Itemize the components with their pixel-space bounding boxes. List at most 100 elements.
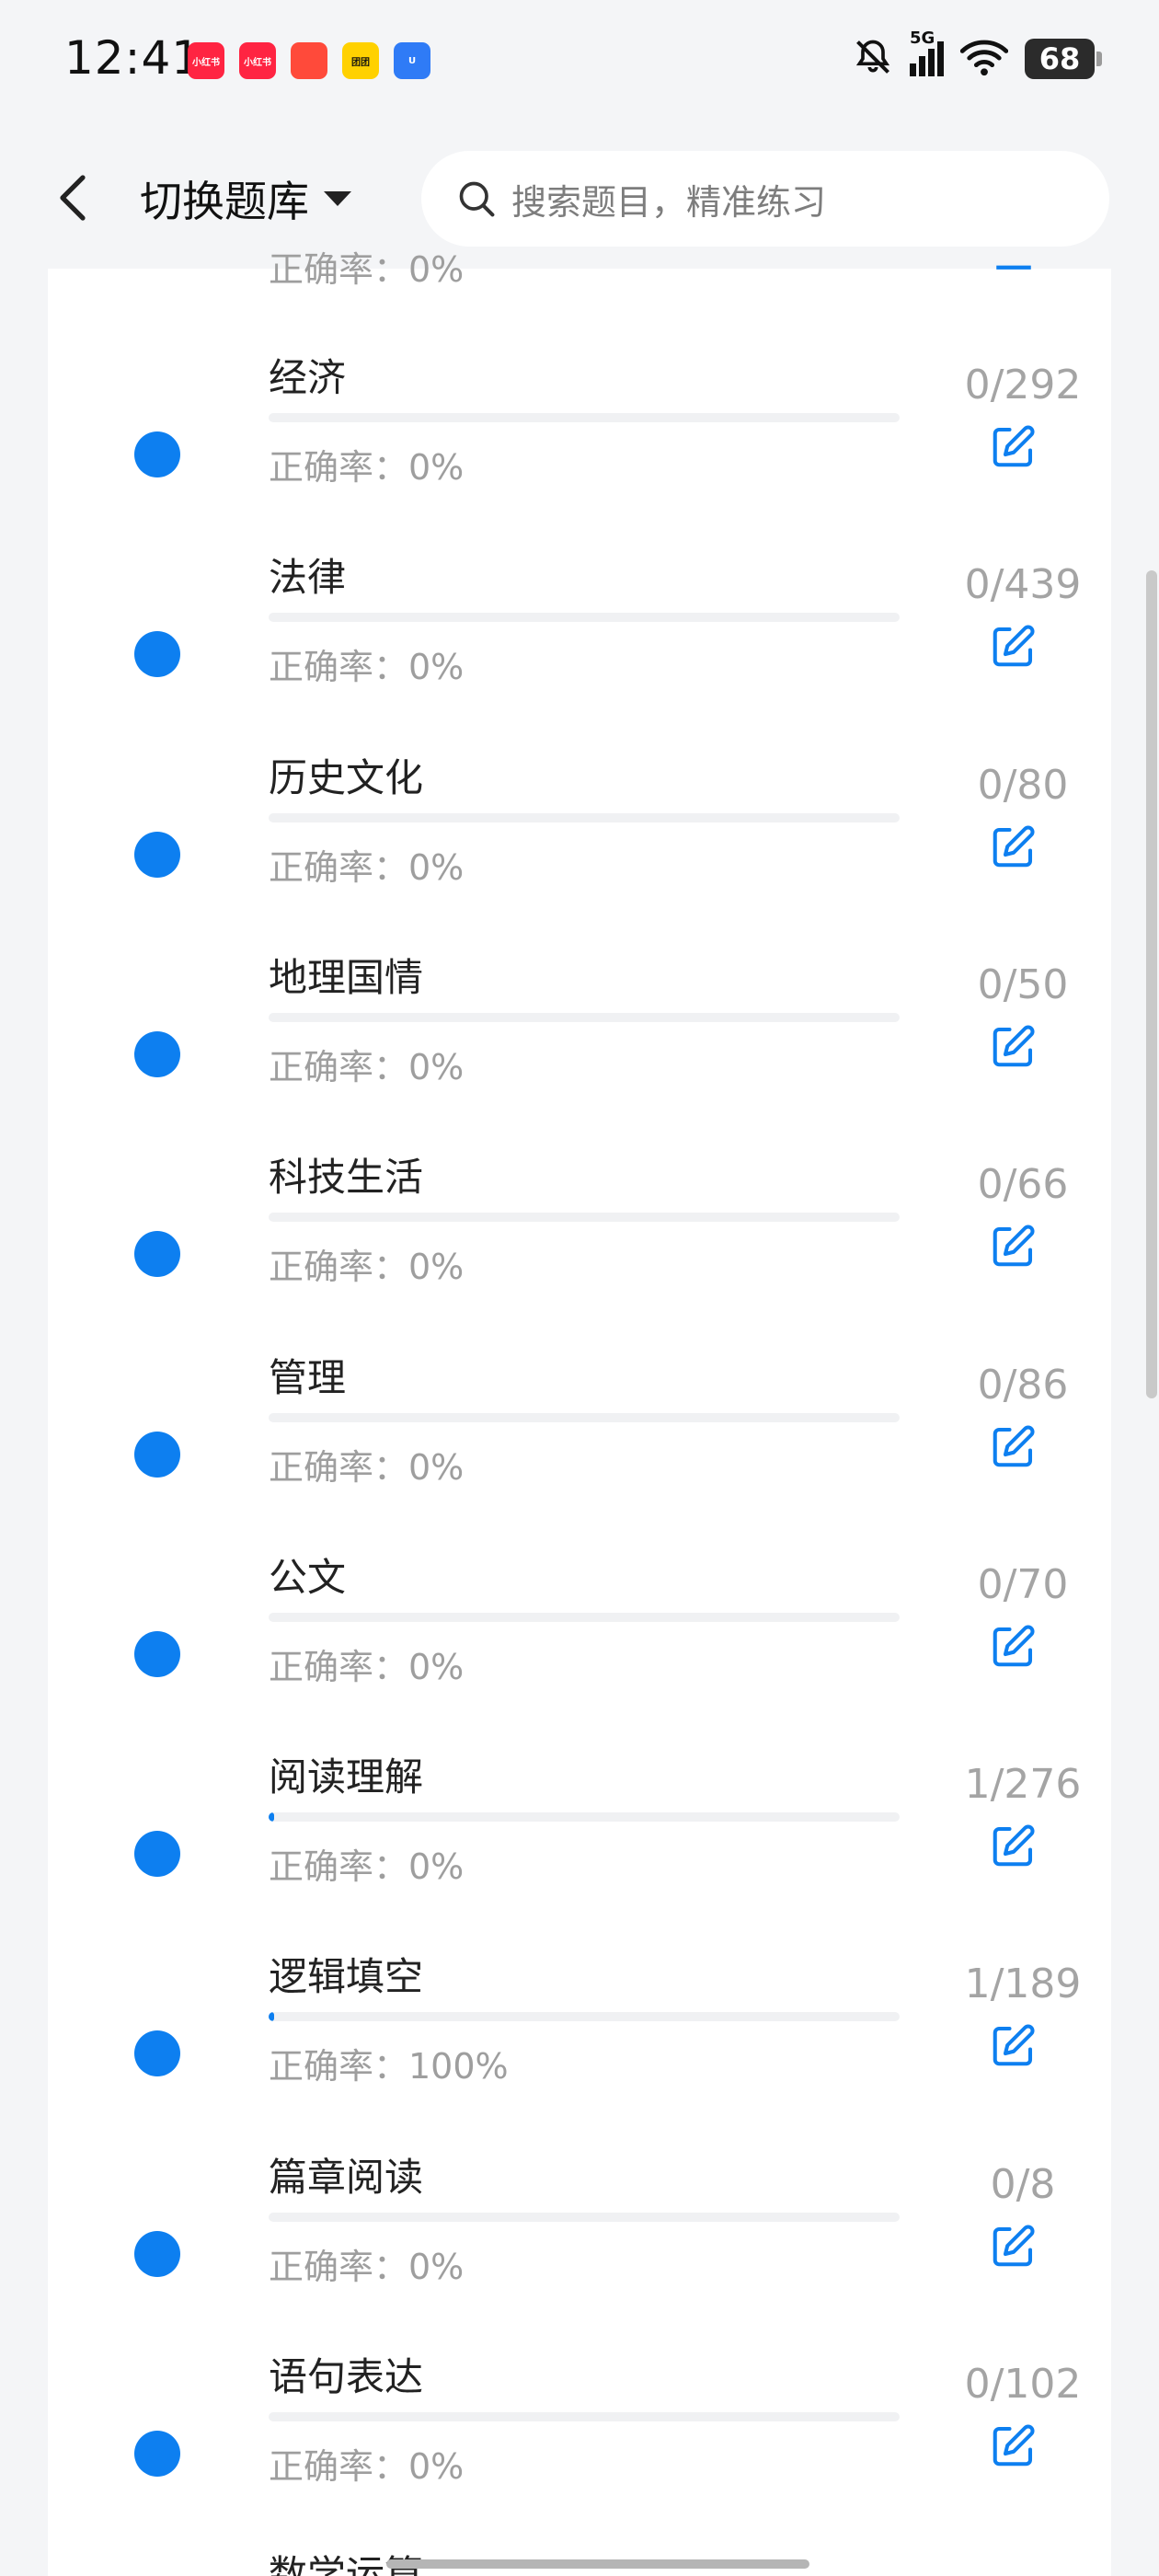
battery-indicator: 68 <box>1025 39 1102 79</box>
progress-bar <box>269 2412 900 2421</box>
edit-icon <box>989 1621 1039 1674</box>
category-dot <box>134 631 180 678</box>
category-row[interactable]: 阅读理解正确率：0% 1/276 <box>48 1746 1111 1946</box>
progress-bar <box>269 413 900 422</box>
category-row[interactable]: 管理 正确率：0% 0/86 <box>48 1347 1111 1547</box>
category-row[interactable]: 地理国情正确率：0% 0/50 <box>48 947 1111 1146</box>
practice-edit-button[interactable] <box>977 1811 1050 1884</box>
practice-edit-button[interactable] <box>977 2410 1050 2484</box>
question-count: 0/86 <box>977 1361 1069 1409</box>
accuracy-text: 正确率：0% <box>269 447 465 488</box>
category-name: 经济 <box>269 355 347 400</box>
progress-bar <box>269 2012 900 2022</box>
category-dot <box>134 2431 180 2477</box>
question-count: 0/70 <box>977 1560 1069 1608</box>
partial-row-accuracy: 正确率：0% <box>269 249 465 290</box>
partial-row-edit-icon[interactable] <box>977 213 1050 287</box>
category-row[interactable]: 历史文化正确率：0% 0/80 <box>48 747 1111 947</box>
accuracy-text: 正确率：0% <box>269 647 465 688</box>
search-placeholder: 搜索题目，精准练习 <box>511 181 827 223</box>
accuracy-text: 正确率：0% <box>269 1446 465 1488</box>
category-row[interactable]: 公文正确率：0% 0/70 <box>48 1547 1111 1746</box>
edit-icon <box>989 1221 1039 1274</box>
switch-bank-label: 切换题库 <box>140 177 309 226</box>
edit-icon <box>989 1821 1039 1874</box>
accuracy-text: 正确率：0% <box>269 1046 465 1087</box>
category-row[interactable]: 科技生活 正确率：0% 0/66 <box>48 1146 1111 1346</box>
xiaohongshu-icon-2: 小红书 <box>239 42 276 79</box>
xiaohongshu-icon: 小红书 <box>188 42 224 79</box>
switch-question-bank-button[interactable]: 切换题库 <box>140 166 353 232</box>
category-dot <box>134 2230 180 2277</box>
practice-edit-button[interactable] <box>977 1411 1050 1485</box>
practice-edit-button[interactable] <box>977 2211 1050 2284</box>
category-row[interactable]: 法律 正确率：0% 0/439 <box>48 546 1111 746</box>
category-row[interactable]: 逻辑填空 正确率：100% 1/189 <box>48 1946 1111 2145</box>
app-u-icon: U <box>394 42 430 79</box>
category-dot <box>134 431 180 477</box>
signal-5g-icon: 5G <box>910 29 944 76</box>
category-row[interactable]: 语句表达正确率：0% 0/102 <box>48 2346 1111 2546</box>
accuracy-text: 正确率：0% <box>269 846 465 888</box>
practice-edit-button[interactable] <box>977 1211 1050 1284</box>
caret-down-icon <box>324 191 351 206</box>
progress-bar <box>269 2212 900 2222</box>
home-indicator[interactable] <box>386 2559 809 2569</box>
scrollbar-thumb[interactable] <box>1146 570 1157 1398</box>
edit-icon <box>989 2421 1039 2474</box>
back-button[interactable] <box>37 161 110 235</box>
edit-icon <box>989 1421 1039 1475</box>
category-dot <box>134 1831 180 1878</box>
meituan-icon: 团团 <box>342 42 379 79</box>
category-dot <box>134 1231 180 1278</box>
question-count: 1/276 <box>964 1761 1082 1809</box>
category-name: 科技生活 <box>269 1155 424 1201</box>
question-count: 0/8 <box>990 2160 1056 2208</box>
edit-icon <box>989 2221 1039 2274</box>
app-screen: 12:41 小红书 小红书 团团 U 5G 68 切换题库 搜索题目，精准练习 … <box>0 0 1159 2576</box>
category-name: 语句表达 <box>269 2354 424 2399</box>
category-name: 阅读理解 <box>269 1754 424 1800</box>
progress-fill <box>269 1812 275 1823</box>
progress-bar <box>269 1412 900 1422</box>
notification-app-icons: 小红书 小红书 团团 U <box>188 42 430 79</box>
question-count: 1/189 <box>964 1961 1082 2008</box>
question-count: 0/50 <box>977 960 1069 1008</box>
progress-bar <box>269 1812 900 1823</box>
network-type: 5G <box>910 29 935 48</box>
category-row[interactable]: 篇章阅读 正确率：0% 0/8 <box>48 2146 1111 2346</box>
progress-bar <box>269 1612 900 1622</box>
accuracy-text: 正确率：0% <box>269 1247 465 1288</box>
category-row[interactable]: 经济正确率：0% 0/292 <box>48 347 1111 546</box>
category-name: 公文 <box>269 1554 347 1600</box>
practice-edit-button[interactable] <box>977 1011 1050 1085</box>
category-name: 历史文化 <box>269 754 424 800</box>
progress-bar <box>269 812 900 822</box>
category-dot <box>134 2030 180 2077</box>
category-name: 篇章阅读 <box>269 2154 424 2200</box>
question-count: 0/102 <box>964 2361 1082 2408</box>
edit-icon <box>989 1021 1039 1075</box>
edit-icon <box>989 2020 1039 2074</box>
accuracy-text: 正确率：0% <box>269 1646 465 1687</box>
question-count: 0/292 <box>964 362 1082 408</box>
practice-edit-button[interactable] <box>977 1611 1050 1685</box>
category-name: 法律 <box>269 555 347 601</box>
accuracy-text: 正确率：0% <box>269 1846 465 1888</box>
status-time: 12:41 <box>64 31 202 85</box>
mute-bell-icon <box>853 37 893 81</box>
question-count: 0/80 <box>977 761 1069 809</box>
practice-edit-button[interactable] <box>977 2010 1050 2084</box>
dingdong-icon <box>291 42 327 79</box>
category-dot <box>134 1630 180 1677</box>
status-indicators: 5G 68 <box>853 29 1102 81</box>
category-name: 逻辑填空 <box>269 1954 424 2000</box>
status-bar: 12:41 小红书 小红书 团团 U 5G 68 <box>0 0 1159 129</box>
progress-bar <box>269 613 900 623</box>
practice-edit-button[interactable] <box>977 411 1050 485</box>
category-name: 地理国情 <box>269 954 424 1000</box>
category-dot <box>134 1030 180 1077</box>
accuracy-text: 正确率：0% <box>269 2446 465 2487</box>
practice-edit-button[interactable] <box>977 611 1050 684</box>
practice-edit-button[interactable] <box>977 811 1050 885</box>
